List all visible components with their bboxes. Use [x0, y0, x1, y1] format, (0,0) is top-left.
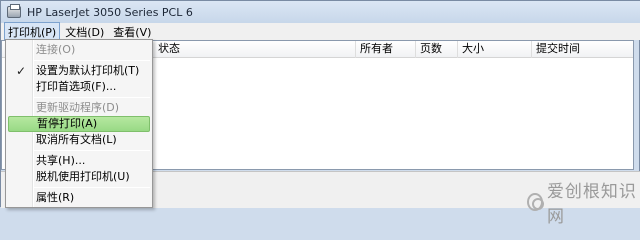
column-status[interactable]: 状态	[154, 41, 356, 58]
menu-item-connect[interactable]: 连接(O)	[8, 42, 150, 58]
menu-separator	[34, 150, 150, 151]
title-bar[interactable]: HP LaserJet 3050 Series PCL 6	[1, 1, 640, 23]
menu-item-set-default[interactable]: ✓ 设置为默认打印机(T)	[8, 63, 150, 79]
menu-separator	[34, 60, 150, 61]
menu-item-use-offline[interactable]: 脱机使用打印机(U)	[8, 169, 150, 185]
menu-separator	[34, 97, 150, 98]
watermark-logo-icon	[527, 193, 544, 211]
menu-item-pause-printing[interactable]: 暂停打印(A)	[8, 116, 150, 132]
watermark-text: 爱创根知识网	[546, 182, 637, 227]
printer-dropdown-menu: 连接(O) ✓ 设置为默认打印机(T) 打印首选项(F)... 更新驱动程序(D…	[5, 39, 153, 208]
checkmark-icon: ✓	[16, 64, 27, 78]
menu-item-label: 设置为默认打印机(T)	[36, 64, 140, 77]
menu-item-properties[interactable]: 属性(R)	[8, 190, 150, 206]
window-title: HP LaserJet 3050 Series PCL 6	[27, 5, 193, 19]
column-submitted[interactable]: 提交时间	[532, 41, 633, 58]
menu-bar: 打印机(P) 文档(D) 查看(V)	[1, 21, 640, 42]
column-size[interactable]: 大小	[458, 41, 532, 58]
menu-item-printing-preferences[interactable]: 打印首选项(F)...	[8, 79, 150, 95]
menu-item-sharing[interactable]: 共享(H)...	[8, 153, 150, 169]
menu-separator	[34, 187, 150, 188]
printer-queue-window: HP LaserJet 3050 Series PCL 6 打印机(P) 文档(…	[0, 0, 640, 227]
column-owner[interactable]: 所有者	[356, 41, 416, 58]
menu-item-update-driver[interactable]: 更新驱动程序(D)	[8, 100, 150, 116]
watermark: 爱创根知识网	[527, 177, 639, 227]
column-pages[interactable]: 页数	[416, 41, 458, 58]
printer-icon	[7, 4, 21, 18]
menu-item-cancel-all-documents[interactable]: 取消所有文档(L)	[8, 132, 150, 148]
